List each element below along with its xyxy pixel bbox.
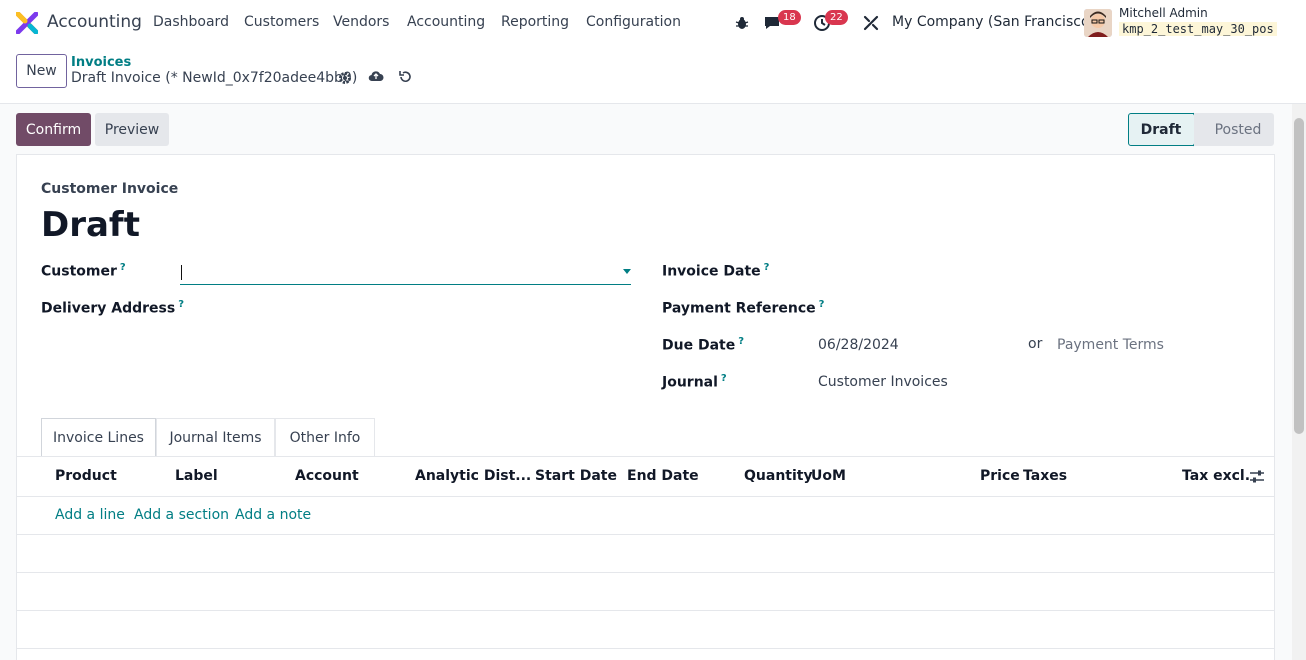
accounting-app-icon[interactable] [16, 12, 38, 34]
control-panel: New Invoices Draft Invoice (* NewId_0x7f… [0, 46, 1306, 104]
app-name[interactable]: Accounting [47, 12, 142, 32]
messages-badge: 18 [778, 10, 801, 25]
column-uom[interactable]: UoM [811, 468, 846, 484]
status-bar: Confirm Preview Draft Posted [0, 104, 1292, 154]
journal-label: Journal? [662, 373, 727, 391]
column-quantity[interactable]: Quantity [744, 468, 813, 484]
help-icon[interactable]: ? [120, 262, 126, 273]
user-avatar[interactable] [1084, 9, 1112, 37]
column-price[interactable]: Price [980, 468, 1020, 484]
delivery-address-label: Delivery Address? [41, 299, 184, 317]
menu-customers[interactable]: Customers [244, 14, 319, 30]
gear-icon[interactable] [337, 70, 353, 86]
vertical-scrollbar[interactable] [1292, 104, 1306, 660]
column-account[interactable]: Account [295, 468, 359, 484]
chevron-down-icon[interactable] [623, 269, 631, 274]
column-tax-excluded[interactable]: Tax excl. [1182, 468, 1250, 484]
customer-input[interactable] [180, 261, 631, 285]
breadcrumb-invoices[interactable]: Invoices [71, 55, 131, 70]
breadcrumb-current: Draft Invoice (* NewId_0x7f20adee4bb0) [71, 70, 358, 86]
column-taxes[interactable]: Taxes [1023, 468, 1067, 484]
new-button[interactable]: New [16, 54, 67, 88]
debug-bug-icon[interactable] [731, 12, 753, 34]
tools-icon[interactable] [860, 12, 882, 34]
menu-configuration[interactable]: Configuration [586, 14, 681, 30]
add-note-link[interactable]: Add a note [235, 507, 311, 523]
database-name: kmp_2_test_may_30_pos [1119, 22, 1277, 36]
row-divider [17, 610, 1274, 611]
help-icon[interactable]: ? [721, 373, 727, 384]
tab-journal-items[interactable]: Journal Items [156, 418, 275, 457]
tab-divider [17, 456, 1274, 457]
user-name[interactable]: Mitchell Admin [1119, 6, 1208, 20]
column-label[interactable]: Label [175, 468, 218, 484]
help-icon[interactable]: ? [738, 336, 744, 347]
menu-reporting[interactable]: Reporting [501, 14, 569, 30]
or-text: or [1028, 336, 1043, 352]
tab-other-info[interactable]: Other Info [275, 418, 375, 457]
row-divider [17, 648, 1274, 649]
payment-reference-label: Payment Reference? [662, 299, 825, 317]
row-divider [17, 534, 1274, 535]
due-date-input[interactable]: 06/28/2024 [818, 337, 899, 353]
confirm-button[interactable]: Confirm [16, 113, 91, 146]
company-switcher[interactable]: My Company (San Francisco) [892, 14, 1095, 30]
column-start-date[interactable]: Start Date [535, 468, 617, 484]
customer-label: Customer? [41, 262, 126, 280]
header-divider [17, 496, 1274, 497]
due-date-label: Due Date? [662, 336, 745, 354]
tab-invoice-lines[interactable]: Invoice Lines [41, 418, 156, 457]
optional-columns-sliders-icon[interactable] [1249, 469, 1265, 485]
save-cloud-icon[interactable] [368, 68, 384, 84]
scrollbar-thumb[interactable] [1294, 118, 1304, 434]
form-sheet: Customer Invoice Draft Customer? Deliver… [16, 154, 1275, 660]
discard-undo-icon[interactable] [397, 69, 413, 85]
menu-vendors[interactable]: Vendors [333, 14, 389, 30]
column-product[interactable]: Product [55, 468, 117, 484]
help-icon[interactable]: ? [819, 299, 825, 310]
add-section-link[interactable]: Add a section [134, 507, 229, 523]
top-navbar: Accounting Dashboard Customers Vendors A… [0, 0, 1306, 46]
document-type: Customer Invoice [41, 181, 179, 197]
invoice-date-label: Invoice Date? [662, 262, 770, 280]
journal-input[interactable]: Customer Invoices [818, 374, 948, 390]
preview-button[interactable]: Preview [95, 113, 169, 146]
menu-dashboard[interactable]: Dashboard [153, 14, 229, 30]
text-caret [181, 265, 182, 280]
row-divider [17, 572, 1274, 573]
payment-terms-input[interactable]: Payment Terms [1057, 337, 1164, 353]
add-line-link[interactable]: Add a line [55, 507, 125, 523]
column-end-date[interactable]: End Date [627, 468, 699, 484]
help-icon[interactable]: ? [764, 262, 770, 273]
menu-accounting[interactable]: Accounting [407, 14, 485, 30]
column-analytic-distribution[interactable]: Analytic Dist... [415, 468, 531, 484]
stage-draft[interactable]: Draft [1128, 113, 1194, 146]
help-icon[interactable]: ? [178, 299, 184, 310]
stage-posted[interactable]: Posted [1194, 113, 1274, 146]
document-title: Draft [41, 205, 140, 245]
activities-badge: 22 [825, 10, 848, 25]
